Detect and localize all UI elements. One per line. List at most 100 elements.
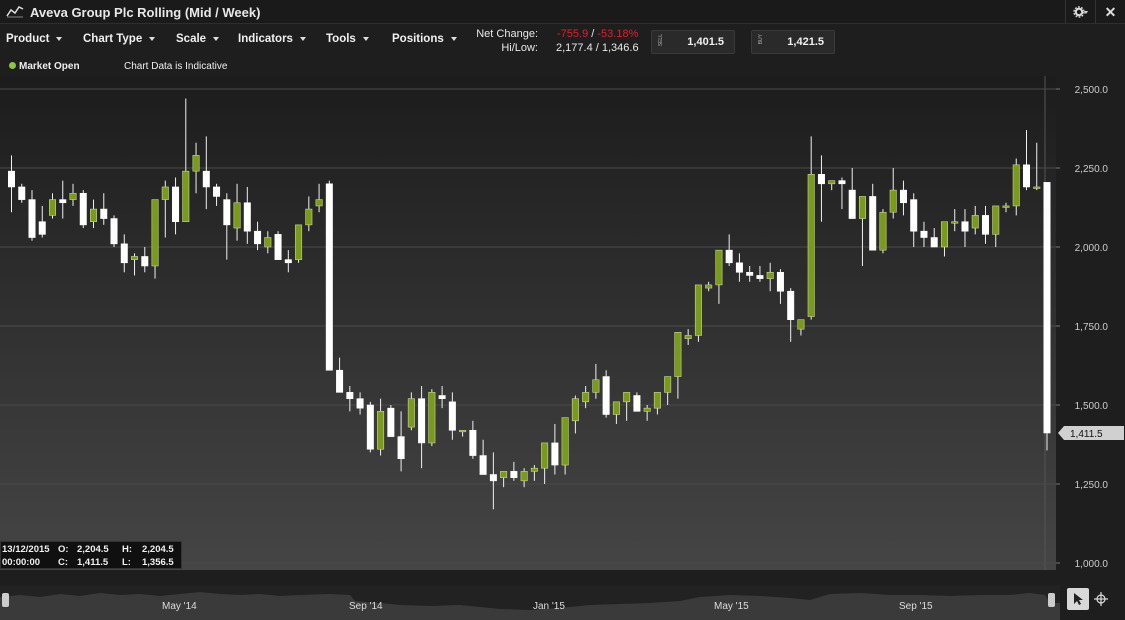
navigator-right-handle[interactable] [1048, 593, 1055, 607]
y-tick-label: 2,000.0 [1075, 243, 1109, 254]
price-chart[interactable]: 2,500.0 2,250.0 2,000.0 1,750.0 1,500.0 1,250… [0, 76, 1125, 587]
buy-tag: BUY [758, 34, 764, 45]
candle-body [746, 271, 754, 276]
candle-body [797, 319, 805, 330]
candle-body [735, 262, 743, 273]
candle-body [664, 376, 672, 393]
candle-body [715, 249, 723, 286]
buy-price: 1,421.5 [787, 36, 824, 48]
crosshair-tool-button[interactable] [1090, 588, 1112, 610]
candle-body [920, 230, 928, 238]
candle-body [1012, 164, 1020, 207]
menu-label: Scale [176, 33, 207, 45]
candle-body [120, 243, 128, 264]
y-tick-label: 1,000.0 [1075, 559, 1109, 570]
navigator-label: Jan '15 [533, 601, 565, 612]
sell-button[interactable]: SELL 1,401.5 [651, 30, 735, 54]
ohlc-low-label: L: [122, 557, 131, 568]
ohlc-high: 2,204.5 [142, 544, 174, 555]
sell-tag: SELL [658, 34, 664, 47]
candle-body [981, 215, 989, 235]
window-title-bar: Aveva Group Plc Rolling (Mid / Week) ✕ [0, 0, 1125, 24]
menu-label: Chart Type [83, 33, 143, 45]
navigator-left-handle[interactable] [2, 593, 9, 607]
settings-button[interactable] [1065, 0, 1095, 24]
chevron-down-icon [213, 36, 220, 41]
menu-indicators[interactable]: Indicators [238, 33, 306, 45]
menu-product[interactable]: Product [6, 33, 63, 45]
y-tick-label: 1,500.0 [1075, 401, 1109, 412]
candle-body [787, 290, 795, 320]
candle-body [1033, 186, 1041, 189]
plot-background [0, 76, 1056, 570]
navigator-label: May '15 [714, 601, 749, 612]
window-title: Aveva Group Plc Rolling (Mid / Week) [30, 5, 261, 20]
candle-body [971, 215, 979, 229]
candle-body [776, 271, 784, 292]
menu-tools[interactable]: Tools [326, 33, 369, 45]
candle-body [8, 170, 16, 188]
candle-body [848, 189, 856, 219]
net-change-value: -755.9 / -53.18% [557, 28, 638, 40]
candle-body [243, 202, 251, 232]
candle-body [910, 199, 918, 232]
menu-chart-type[interactable]: Chart Type [83, 33, 156, 45]
close-icon: ✕ [1104, 3, 1117, 20]
menu-positions[interactable]: Positions [392, 33, 457, 45]
candle-body [38, 221, 46, 235]
candle-body [284, 259, 292, 264]
candle-body [551, 442, 559, 466]
info-bar: Market Open Chart Data is Indicative [0, 58, 1125, 76]
chart-area[interactable]: 2,500.0 2,250.0 2,000.0 1,750.0 1,500.0 1,250… [0, 76, 1125, 587]
candle-body [951, 221, 959, 224]
pointer-tool-button[interactable] [1067, 588, 1089, 610]
crosshair-icon [1094, 592, 1108, 606]
hilow-label: Hi/Low: [501, 42, 538, 54]
candle-body [571, 398, 579, 422]
hilow-value: 2,177.4 / 1,346.6 [556, 42, 639, 54]
toolbar: Product Chart Type Scale Indicators Tool… [0, 25, 1125, 55]
candle-body [49, 199, 57, 216]
menu-label: Indicators [238, 33, 293, 45]
ohlc-readout: 13/12/2015 00:00:00 O: 2,204.5 C: 1,411.… [0, 541, 182, 569]
candle-body [448, 401, 456, 431]
ohlc-close: 1,411.5 [77, 557, 109, 568]
candle-body [356, 398, 364, 409]
ohlc-low: 1,356.5 [142, 557, 174, 568]
candle-body [397, 436, 405, 460]
candle-body [961, 221, 969, 232]
candle-body [69, 192, 77, 200]
candle-body [377, 411, 385, 450]
menu-scale[interactable]: Scale [176, 33, 220, 45]
chevron-down-icon [149, 36, 156, 41]
candle-body [653, 392, 661, 409]
close-button[interactable]: ✕ [1095, 0, 1125, 24]
candle-body [59, 199, 67, 204]
candle-body [141, 256, 149, 267]
candle-body [254, 230, 262, 245]
y-tick-label: 2,250.0 [1075, 164, 1109, 175]
candle-body [674, 332, 682, 377]
candle-body [90, 208, 98, 223]
gear-icon [1072, 6, 1088, 18]
candle-body [828, 180, 836, 185]
candle-body [684, 335, 692, 339]
candle-body [274, 234, 282, 260]
candle-body [694, 284, 702, 336]
navigator-label: May '14 [162, 601, 197, 612]
ohlc-open: 2,204.5 [77, 544, 109, 555]
candle-body [131, 256, 139, 260]
candle-body [643, 407, 651, 412]
net-change-amount: -755.9 [557, 28, 589, 40]
candle-body [817, 174, 825, 185]
candle-body [366, 404, 374, 450]
candle-body [110, 218, 118, 245]
candle-body [100, 208, 108, 219]
net-change-percent: -53.18% [597, 28, 639, 40]
candle-body [930, 237, 938, 248]
candle-body [264, 237, 272, 248]
menu-label: Product [6, 33, 50, 45]
buy-button[interactable]: BUY 1,421.5 [751, 30, 835, 54]
candle-body [295, 224, 303, 260]
candle-body [346, 392, 354, 399]
